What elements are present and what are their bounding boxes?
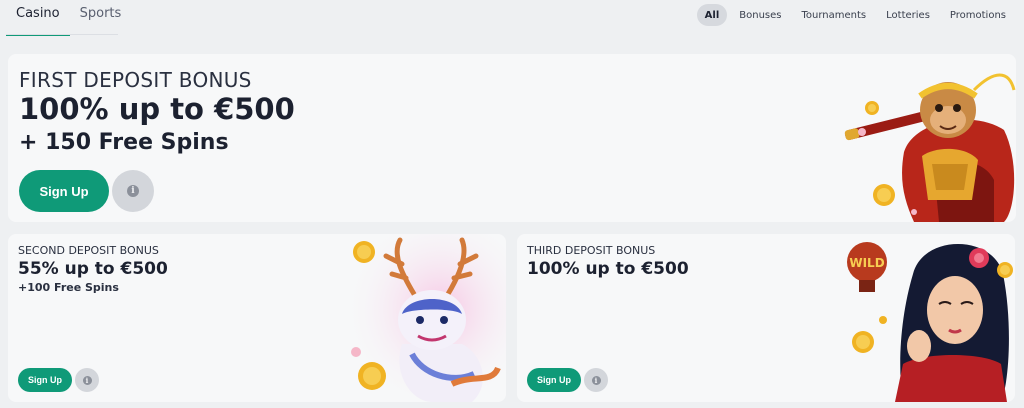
bonus-headline: 100% up to €500 (19, 92, 295, 126)
top-navigation: Casino Sports All Bonuses Tournaments Lo… (0, 0, 1024, 36)
tab-sports[interactable]: Sports (70, 0, 132, 36)
dragon-illustration (342, 234, 506, 402)
monkey-king-illustration (844, 73, 1016, 222)
bonus-kicker: FIRST DEPOSIT BONUS (19, 68, 252, 92)
tabs-divider (6, 34, 118, 35)
info-icon: i (127, 185, 139, 197)
tab-casino[interactable]: Casino (6, 0, 70, 36)
first-deposit-bonus-card: FIRST DEPOSIT BONUS 100% up to €500 + 15… (8, 54, 1016, 222)
info-icon: i (591, 375, 601, 385)
category-tabs: Casino Sports (6, 0, 131, 36)
filter-chips: All Bonuses Tournaments Lotteries Promot… (696, 4, 1014, 26)
third-deposit-bonus-card: THIRD DEPOSIT BONUS 100% up to €500 Sign… (517, 234, 1015, 402)
bonus-headline: 100% up to €500 (527, 259, 689, 279)
woman-with-wild-lantern-illustration: WILD (847, 242, 1013, 402)
info-button[interactable]: i (112, 170, 154, 212)
info-button[interactable]: i (584, 368, 608, 392)
bonus-subline: +100 Free Spins (18, 281, 119, 294)
filter-tournaments[interactable]: Tournaments (794, 4, 875, 26)
filter-lotteries[interactable]: Lotteries (878, 4, 938, 26)
wild-lantern-text: WILD (849, 256, 884, 270)
bonus-subline: + 150 Free Spins (19, 130, 229, 155)
sign-up-button[interactable]: Sign Up (19, 170, 109, 212)
sign-up-button[interactable]: Sign Up (18, 368, 72, 392)
bonus-headline: 55% up to €500 (18, 259, 168, 279)
info-icon: i (82, 375, 92, 385)
bonus-kicker: THIRD DEPOSIT BONUS (527, 244, 656, 257)
second-deposit-bonus-card: SECOND DEPOSIT BONUS 55% up to €500 +100… (8, 234, 506, 402)
filter-promotions[interactable]: Promotions (942, 4, 1014, 26)
info-button[interactable]: i (75, 368, 99, 392)
sign-up-button[interactable]: Sign Up (527, 368, 581, 392)
filter-all[interactable]: All (696, 4, 728, 26)
bonus-kicker: SECOND DEPOSIT BONUS (18, 244, 159, 257)
filter-bonuses[interactable]: Bonuses (731, 4, 789, 26)
